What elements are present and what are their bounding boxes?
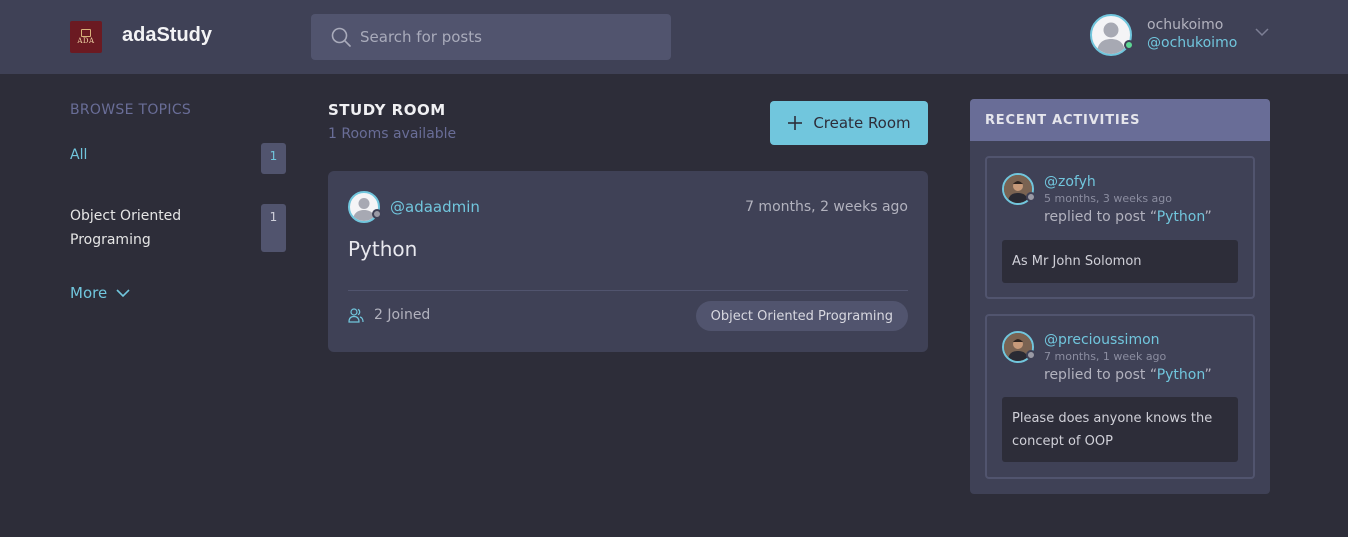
room-card[interactable]: @adaadmin 7 months, 2 weeks ago Python 2…: [328, 171, 928, 352]
user-avatar[interactable]: [1090, 14, 1132, 56]
plus-icon: [788, 116, 803, 130]
offline-status-dot: [372, 209, 382, 219]
online-status-dot: [1124, 40, 1134, 50]
recent-activities-panel: RECENT ACTIVITIES @zofyh 5 months, 3 wee…: [970, 99, 1270, 494]
room-name-link[interactable]: Python: [348, 237, 417, 261]
topic-label: Object Oriented Programing: [70, 208, 182, 248]
logo-text: ADA: [77, 37, 95, 45]
post-link[interactable]: Python: [1157, 367, 1205, 383]
joined-count: 2 Joined: [348, 307, 430, 323]
create-room-label: Create Room: [813, 114, 911, 132]
ada-logo[interactable]: ADA: [70, 21, 102, 53]
room-host-link[interactable]: @adaadmin: [390, 198, 480, 216]
user-name[interactable]: ochukoimo: [1147, 17, 1223, 33]
brand-name[interactable]: adaStudy: [122, 24, 212, 47]
action-text-end: ”: [1204, 367, 1212, 383]
action-text: replied to post “: [1044, 209, 1157, 225]
room-timestamp: 7 months, 2 weeks ago: [745, 199, 908, 215]
activity-item: @zofyh 5 months, 3 weeks ago replied to …: [985, 156, 1255, 299]
chevron-down-icon: [116, 289, 130, 298]
search-input[interactable]: [360, 14, 660, 60]
search-icon: [331, 27, 351, 47]
rooms-available-count: 1 Rooms available: [328, 126, 457, 142]
activity-action: replied to post “Python”: [1044, 367, 1212, 383]
topic-count-badge: 1: [261, 143, 286, 174]
browse-topics-title: BROWSE TOPICS: [70, 102, 192, 118]
more-label: More: [70, 284, 108, 302]
recent-activities-header: RECENT ACTIVITIES: [970, 99, 1270, 141]
activity-action: replied to post “Python”: [1044, 209, 1212, 225]
post-link[interactable]: Python: [1157, 209, 1205, 225]
action-text: replied to post “: [1044, 367, 1157, 383]
activity-user-link[interactable]: @precioussimon: [1044, 332, 1160, 348]
topic-item-all[interactable]: All 1: [70, 143, 286, 174]
activity-item: @precioussimon 7 months, 1 week ago repl…: [985, 314, 1255, 479]
logo-seal-icon: [81, 29, 91, 37]
activity-timestamp: 5 months, 3 weeks ago: [1044, 192, 1172, 205]
recent-activities-title: RECENT ACTIVITIES: [985, 112, 1141, 128]
chevron-down-icon[interactable]: [1254, 26, 1270, 38]
action-text-end: ”: [1204, 209, 1212, 225]
user-handle[interactable]: @ochukoimo: [1147, 35, 1237, 51]
topic-item-oop[interactable]: Object Oriented Programing 1: [70, 204, 286, 252]
topic-label: All: [70, 147, 88, 163]
top-navbar: ADA adaStudy ochukoimo @ochukoimo: [0, 0, 1348, 74]
activity-user-link[interactable]: @zofyh: [1044, 174, 1096, 190]
offline-status-dot: [1026, 192, 1036, 202]
create-room-button[interactable]: Create Room: [770, 101, 928, 145]
topic-count-badge: 1: [261, 204, 286, 252]
offline-status-dot: [1026, 350, 1036, 360]
page-title: STUDY ROOM: [328, 101, 446, 119]
search-bar[interactable]: [311, 14, 671, 60]
activity-timestamp: 7 months, 1 week ago: [1044, 350, 1167, 363]
activity-message: Please does anyone knows the concept of …: [1002, 397, 1238, 462]
joined-label: 2 Joined: [374, 307, 431, 323]
activity-message: As Mr John Solomon: [1002, 240, 1238, 283]
users-icon: [348, 308, 364, 323]
more-topics-link[interactable]: More: [70, 284, 131, 302]
room-topic-tag[interactable]: Object Oriented Programing: [695, 301, 908, 331]
divider: [348, 290, 908, 291]
